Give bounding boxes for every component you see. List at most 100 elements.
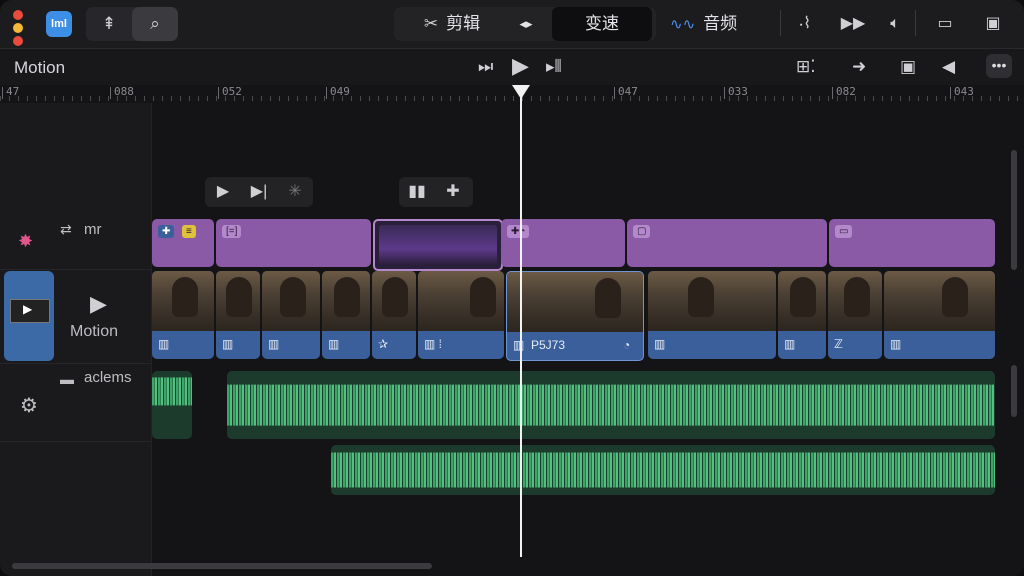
add-icon[interactable]: ✚ <box>435 177 471 207</box>
title-track-header[interactable]: ✸ ⇄ mr <box>0 217 151 270</box>
clip-icon: ▥ <box>158 337 170 351</box>
video-clip[interactable]: ✰ <box>372 271 416 359</box>
scissors-icon: ✂ <box>423 14 439 33</box>
ruler-tick: 047 <box>614 85 638 99</box>
volume-icon[interactable]: 🔈︎ <box>880 7 910 41</box>
more-button[interactable]: ••• <box>986 54 1012 78</box>
video-track-label: Motion <box>70 323 119 340</box>
video-clip[interactable]: ℤ <box>828 271 882 359</box>
tab-split[interactable]: ◂▸ <box>502 7 550 41</box>
tab-edit[interactable]: ✂ 剪辑 <box>402 7 502 41</box>
video-clip[interactable]: ▥ <box>778 271 826 359</box>
clip-icon: ▥ <box>268 337 280 351</box>
video-clip[interactable]: ▥ <box>216 271 260 359</box>
video-clip[interactable]: ▥ <box>262 271 320 359</box>
tab-audio[interactable]: ∿∿ 音频 <box>670 7 737 41</box>
play-icon[interactable]: ▶ <box>205 177 241 207</box>
video-clip[interactable]: ▥ <box>152 271 214 359</box>
speed-icon: ◔ <box>623 338 631 352</box>
clip-view-icon[interactable]: ⊞⁚ <box>796 57 816 77</box>
arrow-right-icon[interactable]: ➜ <box>852 57 866 77</box>
gear-icon[interactable]: ⚙ <box>20 393 38 418</box>
rewind-icon[interactable]: ⏭︎ <box>478 57 493 77</box>
play-icon[interactable]: ▶ <box>90 291 107 317</box>
fx-icon[interactable]: ⸳⌇ <box>790 7 820 41</box>
ruler-tick: 043 <box>950 85 974 99</box>
monitor-icon[interactable]: ▭ <box>930 7 960 41</box>
project-title: Motion <box>14 58 66 77</box>
window-controls <box>13 10 27 49</box>
tool-group: ⇞ ⌕ <box>86 7 178 41</box>
audio-track-label: aclems <box>84 369 132 386</box>
clip-adjust-controls: ▮▮ ✚ <box>399 177 473 207</box>
frame-step-icon[interactable]: ▸⫴ <box>546 57 562 77</box>
audio-clip[interactable] <box>227 371 995 439</box>
arrow-up-icon[interactable]: ⇞ <box>86 7 132 41</box>
title-track-label: mr <box>84 221 102 238</box>
stop-icon[interactable]: ▣ <box>900 57 916 77</box>
title-effect-icon: ✸ <box>18 231 34 251</box>
clip-icon: ▥ ⁞ <box>424 337 443 351</box>
title-clip[interactable]: ▢ <box>627 219 827 267</box>
tab-edit-label: 剪辑 <box>446 14 481 33</box>
title-clip[interactable]: ▭ <box>829 219 995 267</box>
clip-icon: ▥ <box>513 338 525 352</box>
video-track-header: ▶ Motion <box>0 269 151 364</box>
clip-icon: ▢ <box>633 225 651 238</box>
title-clip[interactable]: ✚ ≡ <box>152 219 214 267</box>
close-window-button[interactable] <box>13 10 23 20</box>
audio-track-2-header <box>0 443 151 499</box>
chart-icon[interactable]: ▮▮ <box>399 177 435 207</box>
toolbar-divider <box>915 10 916 36</box>
audio-clip[interactable] <box>152 371 192 439</box>
mode-segmented-control: ✂ 剪辑 ◂▸ 变速 <box>394 7 656 41</box>
skip-forward-icon[interactable]: ▶| <box>241 177 277 207</box>
tab-audio-label: 音频 <box>703 14 738 33</box>
clip-icon: ▥ <box>654 337 666 351</box>
track-headers: ✸ ⇄ mr ▶ ▶ Motion ▬ aclems ⚙ <box>0 103 152 576</box>
app-window: lml ⇞ ⌕ ✂ 剪辑 ◂▸ 变速 ∿∿ 音频 ⸳⌇ ▶▶ 🔈︎ ▭ ▣ Moti… <box>0 0 1024 576</box>
playhead-handle[interactable] <box>512 85 530 99</box>
zoom-window-button[interactable] <box>13 36 23 46</box>
clip-icon: ✚◔ <box>507 225 530 238</box>
effect-icon[interactable]: ✳ <box>277 177 313 207</box>
timeline-tracks: ▶ ▶| ✳ ▮▮ ✚ ✚ ≡ [=] ✚◔ ▢ ▭ ▥ ▥ ▥ ▥ ✰ ▥ ⁞… <box>151 103 1024 576</box>
shuffle-icon: ⇄ <box>60 221 72 237</box>
play-icon[interactable]: ▶ <box>512 53 529 79</box>
ruler-tick: 033 <box>724 85 748 99</box>
main-toolbar: lml ⇞ ⌕ ✂ 剪辑 ◂▸ 变速 ∿∿ 音频 ⸳⌇ ▶▶ 🔈︎ ▭ ▣ <box>0 0 1024 49</box>
vertical-scrollbar-lower[interactable] <box>1011 365 1017 417</box>
title-clip[interactable]: [=] <box>216 219 371 267</box>
clip-icon: [=] <box>222 225 242 238</box>
vertical-scrollbar[interactable] <box>1011 150 1017 270</box>
clip-name: P5J73 <box>531 338 566 352</box>
waveform-icon: ∿∿ <box>670 16 696 33</box>
folder-icon: ▬ <box>60 371 74 387</box>
window-icon[interactable]: ▣ <box>978 7 1008 41</box>
title-clip-selected[interactable] <box>373 219 503 271</box>
audio-track-header: ▬ aclems ⚙ <box>0 365 151 442</box>
clip-thumbnail <box>379 225 497 265</box>
minimize-window-button[interactable] <box>13 23 23 33</box>
clip-icon: ℤ <box>834 337 843 351</box>
tab-speed[interactable]: 变速 <box>552 7 652 41</box>
video-clip[interactable]: ▥ <box>648 271 776 359</box>
video-clip[interactable]: ▥ <box>322 271 370 359</box>
playhead[interactable] <box>520 85 522 557</box>
video-clip[interactable]: ▥ <box>884 271 995 359</box>
horizontal-scrollbar[interactable] <box>12 563 432 569</box>
ruler-tick: 088 <box>110 85 134 99</box>
right-tools: ⸳⌇ ▶▶ 🔈︎ ▭ ▣ <box>780 7 1024 41</box>
clip-icon: ▥ <box>784 337 796 351</box>
star-icon: ✰ <box>378 337 389 351</box>
app-icon[interactable]: lml <box>46 11 72 37</box>
back-icon[interactable]: ◀ <box>942 57 955 77</box>
search-icon[interactable]: ⌕ <box>132 7 178 41</box>
audio-clip-2[interactable] <box>331 445 995 495</box>
clip-icon: ▭ <box>835 225 853 238</box>
add-icon: ✚ <box>158 225 175 238</box>
fast-forward-icon[interactable]: ▶▶ <box>838 7 868 41</box>
ruler-tick: 049 <box>326 85 350 99</box>
video-clip[interactable]: ▥ ⁞ <box>418 271 504 359</box>
video-clip-selected[interactable]: ▥ P5J73 ◔ <box>506 271 644 361</box>
